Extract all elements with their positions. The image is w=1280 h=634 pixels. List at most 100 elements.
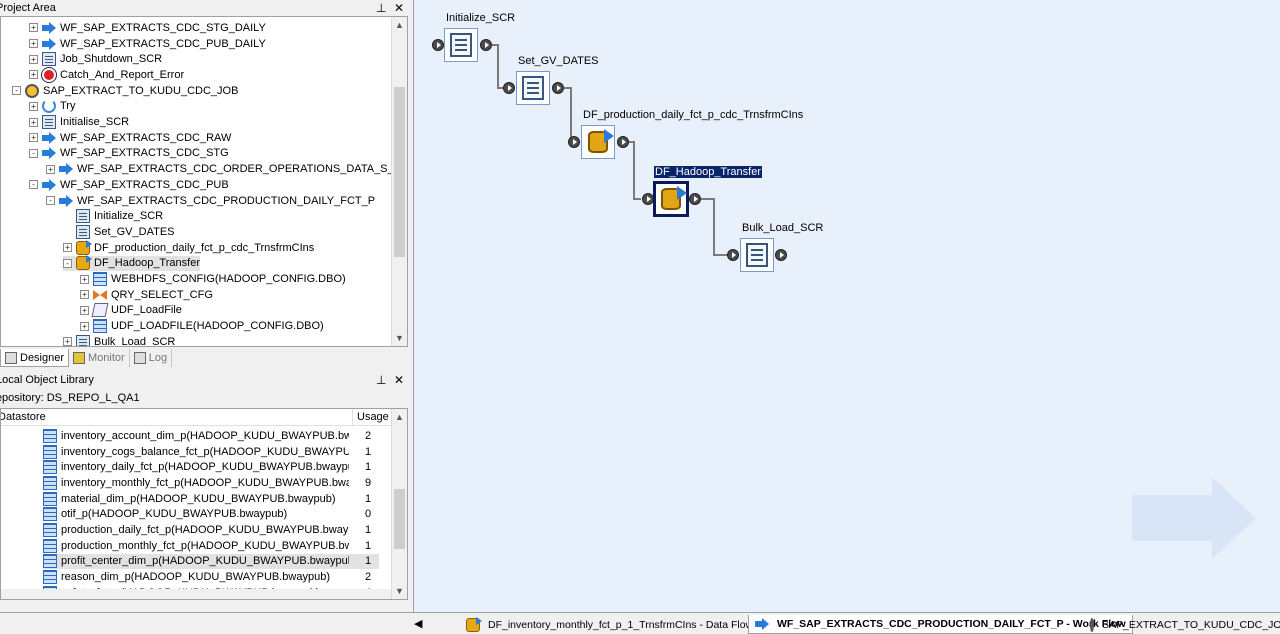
expand-icon[interactable]: + [29, 133, 38, 143]
table-icon [43, 491, 57, 506]
tree-item[interactable]: + Job_Shutdown_SCR [29, 51, 162, 67]
workflow-node-df-production[interactable]: DF_production_daily_fct_p_cdc_TrnsfrmCIn… [566, 109, 826, 161]
tab-monitor[interactable]: Monitor [69, 349, 130, 367]
tree-item[interactable]: Set_GV_DATES [63, 224, 175, 240]
expand-icon[interactable]: + [46, 164, 55, 174]
scroll-down-icon[interactable]: ▼ [392, 583, 407, 599]
expand-icon[interactable]: + [80, 290, 89, 300]
scroll-left-icon[interactable]: ◀ [414, 617, 422, 630]
expand-icon[interactable]: + [29, 54, 38, 64]
datastore-row[interactable]: production_daily_fct_p(HADOOP_KUDU_BWAYP… [43, 522, 379, 538]
pin-icon[interactable]: ⊥ [376, 1, 386, 15]
output-port-icon[interactable] [617, 136, 629, 148]
tree-item[interactable]: + UDF_LoadFile [80, 303, 182, 319]
expand-icon[interactable]: + [63, 243, 72, 253]
column-header-usage[interactable]: Usage [353, 409, 391, 425]
expand-icon[interactable]: + [29, 39, 38, 49]
dataflow-icon [76, 255, 92, 271]
tree-item[interactable]: + Try [29, 99, 75, 115]
tree-item[interactable]: + WF_SAP_EXTRACTS_CDC_PUB_DAILY [29, 36, 266, 52]
tree-item[interactable]: + WF_SAP_EXTRACTS_CDC_ORDER_OPERATIONS_DA… [46, 161, 407, 177]
expand-icon[interactable]: + [80, 305, 89, 315]
expand-icon[interactable]: + [29, 70, 38, 80]
output-port-icon[interactable] [689, 193, 701, 205]
workflow-node-set-gv-dates[interactable]: Set_GV_DATES [502, 55, 622, 107]
tree-item-label: Bulk_Load_SCR [94, 335, 176, 347]
window-tab-workflow[interactable]: WF_SAP_EXTRACTS_CDC_PRODUCTION_DAILY_FCT… [748, 615, 1133, 634]
node-label: DF_production_daily_fct_p_cdc_TrnsfrmCIn… [583, 109, 804, 121]
expand-icon[interactable]: + [80, 274, 89, 284]
datastore-list-header: Datastore Usage [1, 409, 391, 426]
output-port-icon[interactable] [480, 39, 492, 51]
datastore-row[interactable]: inventory_daily_fct_p(HADOOP_KUDU_BWAYPU… [43, 459, 379, 475]
input-port-icon[interactable] [432, 39, 444, 51]
tree-item[interactable]: Initialize_SCR [63, 208, 163, 224]
tree-item[interactable]: - DF_Hadoop_Transfer [63, 255, 200, 272]
datastore-row[interactable]: otif_p(HADOOP_KUDU_BWAYPUB.bwaypub) 0 [43, 507, 379, 523]
datastore-row[interactable]: inventory_monthly_fct_p(HADOOP_KUDU_BWAY… [43, 475, 379, 491]
tab-log[interactable]: Log [130, 349, 173, 367]
scroll-up-icon[interactable]: ▲ [392, 17, 407, 33]
tree-item-label: WF_SAP_EXTRACTS_CDC_RAW [60, 131, 232, 144]
datastore-row[interactable]: production_monthly_fct_p(HADOOP_KUDU_BWA… [43, 538, 379, 554]
collapse-icon[interactable]: - [29, 180, 38, 190]
tree-item[interactable]: + WEBHDFS_CONFIG(HADOOP_CONFIG.DBO) [80, 271, 346, 287]
tree-item-label: UDF_LOADFILE(HADOOP_CONFIG.DBO) [111, 320, 324, 333]
scroll-down-icon[interactable]: ▼ [392, 330, 407, 346]
table-icon [43, 523, 57, 538]
tree-item[interactable]: - SAP_EXTRACT_TO_KUDU_CDC_JOB [12, 83, 238, 99]
tree-item[interactable]: + WF_SAP_EXTRACTS_CDC_RAW [29, 130, 231, 146]
column-header-datastore[interactable]: Datastore [1, 409, 353, 425]
datastore-row[interactable]: material_dim_p(HADOOP_KUDU_BWAYPUB.bwayp… [43, 491, 379, 507]
scroll-thumb[interactable] [394, 87, 405, 257]
workflow-icon [42, 146, 56, 160]
workflow-canvas[interactable]: Initialize_SCR Set_GV_DATES DF_productio… [413, 0, 1280, 612]
window-tab-job[interactable]: SAP_EXTRACT_TO_KUDU_CDC_JOB_TES... [1084, 615, 1280, 634]
usage-count: 0 [365, 508, 372, 521]
close-icon[interactable]: ✕ [394, 1, 404, 15]
tree-item[interactable]: + DF_production_daily_fct_p_cdc_TrnsfrmCI… [63, 239, 314, 256]
collapse-icon[interactable]: - [46, 196, 55, 206]
datastore-list[interactable]: Datastore Usage inventory_account_dim_p(… [0, 408, 408, 600]
expand-icon[interactable]: + [63, 337, 72, 346]
project-tree-scrollbar[interactable]: ▲ ▼ [391, 17, 407, 346]
tree-item[interactable]: + QRY_SELECT_CFG [80, 287, 213, 303]
tree-item[interactable]: - WF_SAP_EXTRACTS_CDC_STG [29, 146, 229, 162]
collapse-icon[interactable]: - [12, 86, 21, 96]
scroll-thumb[interactable] [394, 489, 405, 549]
tree-item[interactable]: + Catch_And_Report_Error [29, 67, 184, 83]
datastore-row[interactable]: inventory_account_dim_p(HADOOP_KUDU_BWAY… [43, 428, 379, 444]
collapse-icon[interactable]: - [29, 148, 38, 158]
tree-item-label: WEBHDFS_CONFIG(HADOOP_CONFIG.DBO) [111, 273, 346, 286]
scroll-up-icon[interactable]: ▲ [392, 409, 407, 425]
tab-designer[interactable]: Designer [0, 349, 70, 367]
tree-item[interactable]: - WF_SAP_EXTRACTS_CDC_PUB [29, 177, 229, 193]
pin-icon[interactable]: ⊥ [376, 373, 386, 387]
workflow-icon [42, 178, 56, 192]
input-port-icon[interactable] [503, 82, 515, 94]
project-tree[interactable]: + WF_SAP_EXTRACTS_CDC_STG_DAILY + WF_SAP_EX… [0, 16, 408, 347]
tree-item[interactable]: + Initialise_SCR [29, 114, 129, 130]
datastore-list-scrollbar[interactable]: ▲ ▼ [391, 409, 407, 599]
output-port-icon[interactable] [775, 249, 787, 261]
tree-item[interactable]: - WF_SAP_EXTRACTS_CDC_PRODUCTION_DAILY_FC… [46, 193, 375, 209]
tree-item[interactable]: + Bulk_Load_SCR [63, 334, 176, 347]
expand-icon[interactable]: + [29, 101, 38, 111]
expand-icon[interactable]: + [29, 117, 38, 127]
close-icon[interactable]: ✕ [394, 373, 404, 387]
expand-icon[interactable]: + [80, 321, 89, 331]
datastore-row[interactable]: profit_center_dim_p(HADOOP_KUDU_BWAYPUB.… [43, 553, 379, 570]
tree-item[interactable]: + UDF_LOADFILE(HADOOP_CONFIG.DBO) [80, 318, 324, 334]
collapse-icon[interactable]: - [63, 258, 72, 268]
tree-item[interactable]: + WF_SAP_EXTRACTS_CDC_STG_DAILY [29, 20, 266, 36]
datastore-list-hscrollbar[interactable] [1, 589, 391, 599]
expand-icon[interactable]: + [29, 23, 38, 33]
workflow-node-df-hadoop-transfer[interactable]: DF_Hadoop_Transfer [640, 166, 780, 220]
input-port-icon[interactable] [727, 249, 739, 261]
output-port-icon[interactable] [552, 82, 564, 94]
input-port-icon[interactable] [568, 136, 580, 148]
datastore-row[interactable]: inventory_cogs_balance_fct_p(HADOOP_KUDU… [43, 444, 379, 460]
window-tab-dataflow[interactable]: DF_inventory_monthly_fct_p_1_TrnsfrmCIns… [460, 615, 759, 634]
datastore-row[interactable]: reason_dim_p(HADOOP_KUDU_BWAYPUB.bwaypub… [43, 569, 379, 585]
workflow-node-bulk-load-scr[interactable]: Bulk_Load_SCR [727, 222, 847, 274]
